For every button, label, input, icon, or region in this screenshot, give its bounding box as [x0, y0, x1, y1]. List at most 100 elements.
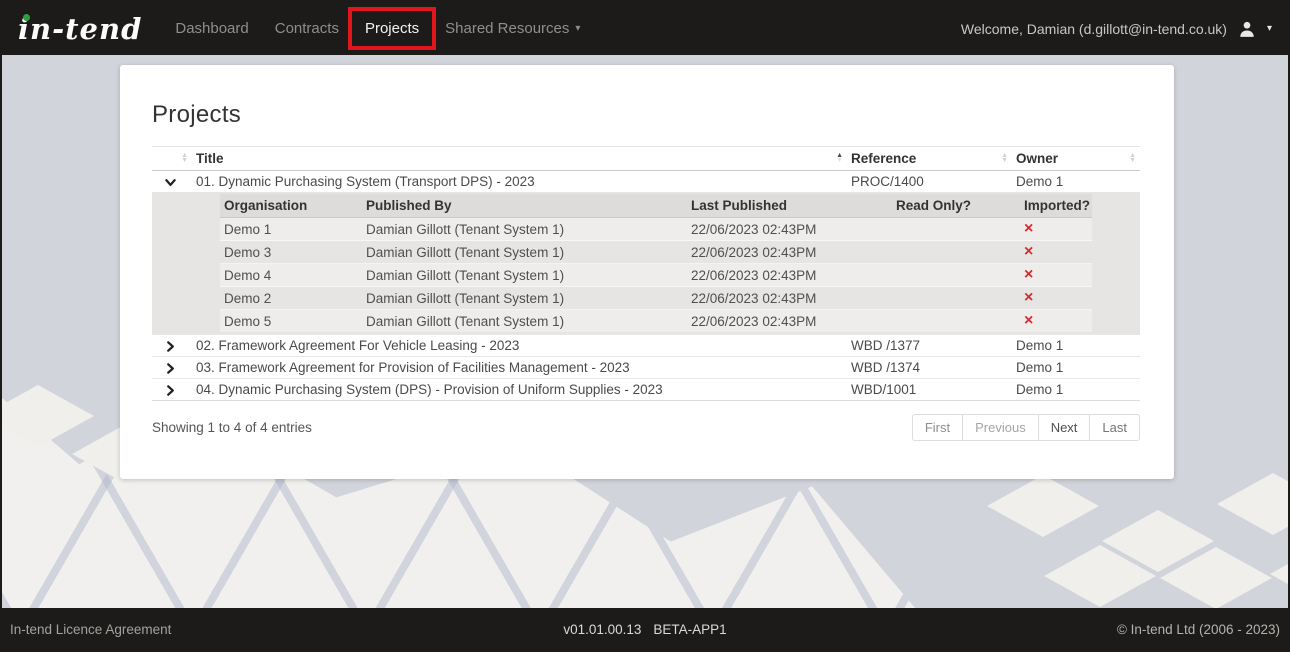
expand-toggle[interactable]	[152, 357, 192, 379]
column-header-last-published: Last Published	[687, 194, 892, 218]
project-owner: Demo 1	[1012, 171, 1140, 193]
organisation: Demo 1	[220, 218, 362, 241]
read-only	[892, 287, 1020, 310]
detail-data-row: Demo 5 Damian Gillott (Tenant System 1) …	[220, 310, 1092, 333]
detail-data-row: Demo 1 Damian Gillott (Tenant System 1) …	[220, 218, 1092, 241]
table-row[interactable]: 03. Framework Agreement for Provision of…	[152, 357, 1140, 379]
last-published: 22/06/2023 02:43PM	[687, 264, 892, 287]
expand-toggle[interactable]	[152, 335, 192, 357]
sort-icon: ▲▼	[181, 154, 188, 163]
organisation: Demo 5	[220, 310, 362, 333]
column-header-read-only: Read Only?	[892, 194, 1020, 218]
entries-summary: Showing 1 to 4 of 4 entries	[152, 420, 312, 435]
published-by: Damian Gillott (Tenant System 1)	[362, 310, 687, 333]
column-header-organisation: Organisation	[220, 194, 362, 218]
published-by: Damian Gillott (Tenant System 1)	[362, 218, 687, 241]
app-logo[interactable]: in-tend	[18, 12, 142, 46]
detail-header-row: Organisation Published By Last Published…	[220, 194, 1092, 218]
project-title: 01. Dynamic Purchasing System (Transport…	[192, 171, 847, 193]
detail-data-row: Demo 3 Damian Gillott (Tenant System 1) …	[220, 241, 1092, 264]
published-by: Damian Gillott (Tenant System 1)	[362, 241, 687, 264]
project-reference: WBD/1001	[847, 379, 1012, 401]
top-navbar: in-tend Dashboard Contracts Projects Sha…	[2, 2, 1288, 55]
collapse-toggle[interactable]	[152, 171, 192, 193]
not-imported-icon: ×	[1024, 243, 1033, 260]
detail-data-row: Demo 2 Damian Gillott (Tenant System 1) …	[220, 287, 1092, 310]
caret-down-icon: ▾	[1267, 24, 1272, 34]
licence-agreement-link[interactable]: In-tend Licence Agreement	[10, 622, 563, 637]
read-only	[892, 218, 1020, 241]
column-header-reference[interactable]: Reference ▲▼	[847, 147, 1012, 171]
published-by: Damian Gillott (Tenant System 1)	[362, 264, 687, 287]
table-header-row: ▲▼ Title ▲▼ Refere	[152, 147, 1140, 171]
last-published: 22/06/2023 02:43PM	[687, 241, 892, 264]
column-header-published-by: Published By	[362, 194, 687, 218]
expander-column-header[interactable]: ▲▼	[152, 147, 192, 171]
expand-toggle[interactable]	[152, 379, 192, 401]
chevron-down-icon	[164, 176, 177, 189]
publications-table: Organisation Published By Last Published…	[220, 193, 1092, 332]
project-owner: Demo 1	[1012, 379, 1140, 401]
sort-icon: ▲▼	[1129, 154, 1136, 163]
user-icon	[1237, 19, 1257, 39]
page-title: Projects	[152, 101, 1174, 129]
nav-item-shared-resources[interactable]: Shared Resources ▾	[432, 11, 593, 46]
footer: In-tend Licence Agreement v01.01.00.13 B…	[2, 608, 1288, 650]
version-number: v01.01.00.13	[563, 622, 641, 637]
projects-card: Projects ▲▼ Titl	[120, 65, 1174, 479]
read-only	[892, 264, 1020, 287]
read-only	[892, 310, 1020, 333]
not-imported-icon: ×	[1024, 266, 1033, 283]
copyright-text: © In-tend Ltd (2006 - 2023)	[727, 622, 1280, 637]
logo-green-dot-icon	[23, 14, 30, 21]
column-header-imported: Imported?	[1020, 194, 1092, 218]
version-info: v01.01.00.13 BETA-APP1	[563, 622, 726, 637]
user-menu[interactable]: Welcome, Damian (d.gillott@in-tend.co.uk…	[961, 19, 1272, 39]
main-nav: Dashboard Contracts Projects Shared Reso…	[162, 11, 593, 46]
table-row[interactable]: 04. Dynamic Purchasing System (DPS) - Pr…	[152, 379, 1140, 401]
chevron-right-icon	[164, 362, 177, 375]
sort-icon: ▲▼	[1001, 154, 1008, 163]
project-owner: Demo 1	[1012, 357, 1140, 379]
environment-label: BETA-APP1	[653, 622, 726, 637]
pagination: First Previous Next Last	[912, 414, 1140, 441]
project-reference: WBD /1377	[847, 335, 1012, 357]
chevron-right-icon	[164, 384, 177, 397]
not-imported-icon: ×	[1024, 289, 1033, 306]
organisation: Demo 3	[220, 241, 362, 264]
last-published: 22/06/2023 02:43PM	[687, 310, 892, 333]
column-header-owner[interactable]: Owner ▲▼	[1012, 147, 1140, 171]
last-published: 22/06/2023 02:43PM	[687, 287, 892, 310]
pagination-next-button[interactable]: Next	[1038, 414, 1091, 441]
chevron-right-icon	[164, 340, 177, 353]
caret-down-icon: ▾	[575, 24, 580, 34]
logo-text: in-tend	[18, 12, 142, 46]
read-only	[892, 241, 1020, 264]
published-by: Damian Gillott (Tenant System 1)	[362, 287, 687, 310]
pagination-first-button[interactable]: First	[912, 414, 963, 441]
organisation: Demo 2	[220, 287, 362, 310]
project-title: 04. Dynamic Purchasing System (DPS) - Pr…	[192, 379, 847, 401]
project-title: 03. Framework Agreement for Provision of…	[192, 357, 847, 379]
publication-details: Organisation Published By Last Published…	[152, 192, 1140, 334]
not-imported-icon: ×	[1024, 220, 1033, 237]
pagination-last-button[interactable]: Last	[1089, 414, 1140, 441]
app-window: in-tend Dashboard Contracts Projects Sha…	[0, 0, 1290, 652]
not-imported-icon: ×	[1024, 312, 1033, 329]
project-reference: PROC/1400	[847, 171, 1012, 193]
project-reference: WBD /1374	[847, 357, 1012, 379]
last-published: 22/06/2023 02:43PM	[687, 218, 892, 241]
nav-item-contracts[interactable]: Contracts	[262, 11, 352, 46]
organisation: Demo 4	[220, 264, 362, 287]
project-title: 02. Framework Agreement For Vehicle Leas…	[192, 335, 847, 357]
sort-ascending-icon: ▲▼	[836, 154, 843, 163]
projects-table: ▲▼ Title ▲▼ Refere	[152, 146, 1140, 401]
nav-item-dashboard[interactable]: Dashboard	[162, 11, 261, 46]
pagination-previous-button[interactable]: Previous	[962, 414, 1039, 441]
nav-item-projects[interactable]: Projects	[352, 11, 432, 46]
table-row[interactable]: 01. Dynamic Purchasing System (Transport…	[152, 171, 1140, 193]
table-row[interactable]: 02. Framework Agreement For Vehicle Leas…	[152, 335, 1140, 357]
detail-data-row: Demo 4 Damian Gillott (Tenant System 1) …	[220, 264, 1092, 287]
main-area: Projects ▲▼ Titl	[2, 55, 1288, 608]
column-header-title[interactable]: Title ▲▼	[192, 147, 847, 171]
